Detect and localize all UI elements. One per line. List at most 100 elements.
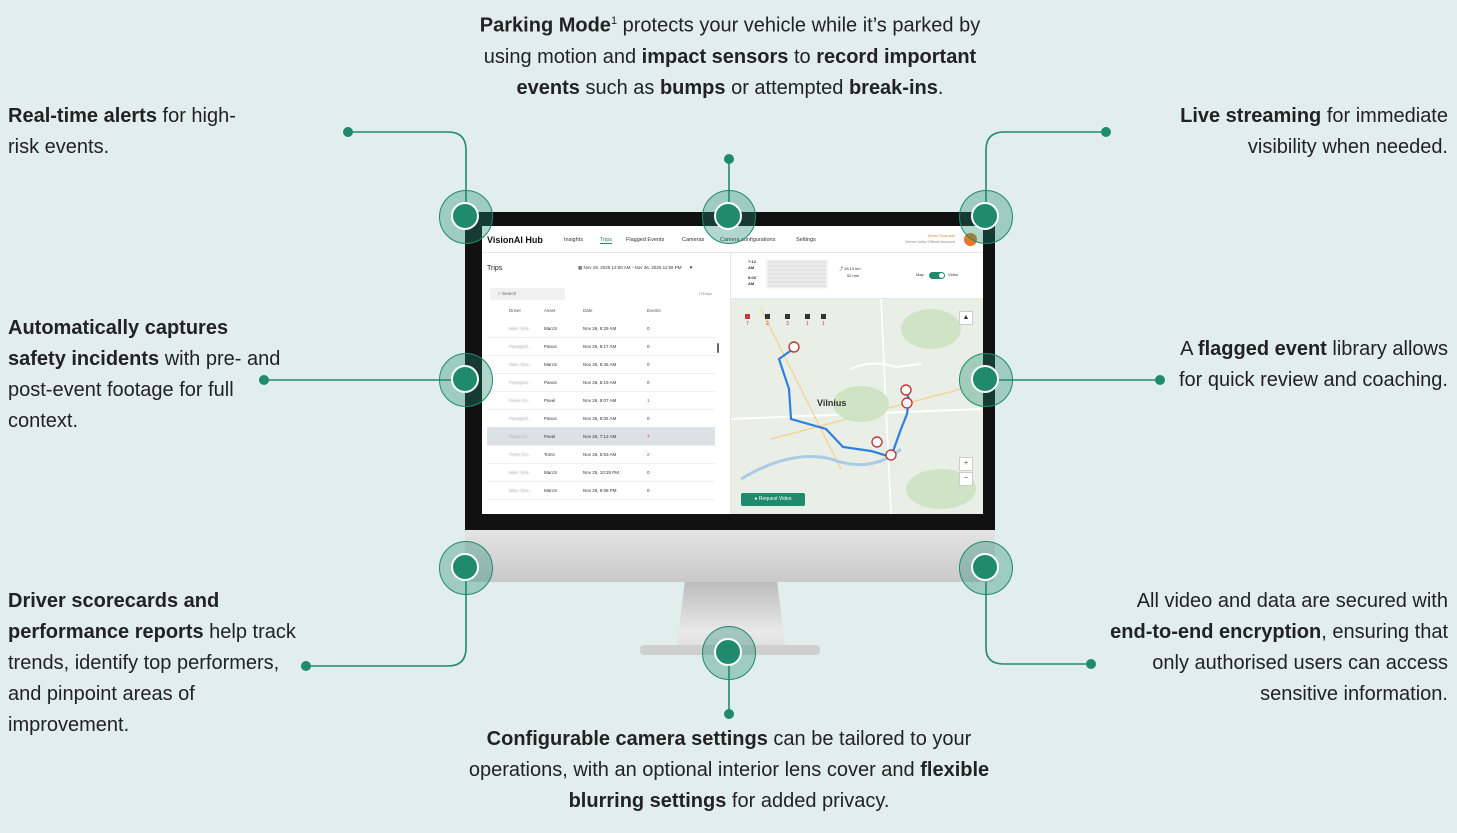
callout-real-time-alerts: Real-time alerts for high-risk events. bbox=[8, 105, 236, 158]
hotspot-camera-settings[interactable] bbox=[702, 626, 756, 680]
account-info[interactable]: Demo Example Demo Unity Official Account bbox=[905, 233, 955, 245]
filter-icon[interactable]: ▼ bbox=[689, 265, 693, 270]
anchor-dot bbox=[1101, 127, 1111, 137]
cell-events: 0 bbox=[647, 488, 650, 493]
cell-driver: Pavel Cu... bbox=[509, 398, 532, 403]
cell-events: 0 bbox=[647, 326, 650, 331]
event-count: 1 bbox=[822, 321, 825, 327]
cell-date: Nov 26, 5:53 AM bbox=[583, 452, 617, 457]
callout-live-streaming: Live streaming for immediate visibility … bbox=[1180, 105, 1448, 158]
trip-map[interactable]: 7 2 3 1 1 Vilnius ▲ + − ● Request Video bbox=[731, 299, 983, 514]
table-row[interactable]: Pavel Cu... Pavel Nov 26, 7:12 AM 7 bbox=[487, 427, 715, 446]
cell-asset: MarcS bbox=[544, 362, 558, 367]
cell-asset: Pavel bbox=[544, 398, 556, 403]
map-layers-button[interactable]: ▲ bbox=[959, 311, 973, 325]
cell-date: Nov 25, 10:25 PM bbox=[583, 470, 620, 475]
cell-events: 0 bbox=[647, 416, 650, 421]
cell-driver: Panagioti... bbox=[509, 416, 532, 421]
table-row[interactable]: Marc Stra... MarcS Nov 25, 9:58 PM 0 bbox=[487, 481, 715, 500]
cell-driver: Panagioti... bbox=[509, 344, 532, 349]
tab-trips[interactable]: Trips bbox=[600, 237, 613, 244]
date-range-text: Nov 19, 2025 12:00 AM - Nov 26, 2025 11:… bbox=[583, 265, 682, 270]
cell-asset: Panos bbox=[544, 416, 557, 421]
cell-date: Nov 26, 9:17 AM bbox=[583, 344, 617, 349]
zoom-in-button[interactable]: + bbox=[959, 457, 973, 471]
hotspot-driver-scorecards[interactable] bbox=[439, 541, 493, 595]
table-row[interactable]: Marc Stra... MarcS Nov 26, 9:29 AM 0 bbox=[487, 319, 715, 338]
cell-driver: Marc Stra... bbox=[509, 488, 533, 493]
cell-driver: Marc Stra... bbox=[509, 470, 533, 475]
column-header-date[interactable]: Date bbox=[583, 308, 593, 313]
hotspot-live-streaming[interactable] bbox=[959, 190, 1013, 244]
callout-camera-settings: Configurable camera settings can be tail… bbox=[468, 728, 990, 812]
video-toggle-label: Video bbox=[948, 272, 959, 277]
cell-asset: Panos bbox=[544, 344, 557, 349]
cell-events: 1 bbox=[647, 398, 650, 403]
hotspot-real-time-alerts[interactable] bbox=[439, 190, 493, 244]
cell-events: 0 bbox=[647, 380, 650, 385]
event-count: 7 bbox=[746, 321, 749, 327]
cell-driver: Marc Stra... bbox=[509, 326, 533, 331]
hotspot-parking-mode[interactable] bbox=[702, 190, 756, 244]
cell-asset: Pavel bbox=[544, 434, 556, 439]
cell-date: Nov 26, 8:45 AM bbox=[583, 362, 617, 367]
cell-date: Nov 26, 8:05 AM bbox=[583, 416, 617, 421]
cell-events: 0 bbox=[647, 344, 650, 349]
table-row[interactable]: Panagioti... Panos Nov 26, 9:17 AM 0 bbox=[487, 337, 715, 356]
table-row[interactable]: Marc Stra... MarcS Nov 25, 10:25 PM 0 bbox=[487, 463, 715, 482]
column-header-asset[interactable]: Asset bbox=[544, 308, 555, 313]
map-video-toggle[interactable] bbox=[929, 272, 945, 279]
tab-insights[interactable]: Insights bbox=[564, 237, 583, 243]
app-screen: VisionAI Hub Insights Trips Flagged Even… bbox=[482, 226, 983, 514]
request-video-button[interactable]: ● Request Video bbox=[741, 493, 805, 506]
hotspot-flagged-events[interactable] bbox=[959, 353, 1013, 407]
trips-title: Trips bbox=[487, 265, 503, 272]
table-row[interactable]: Panagioti... Panos Nov 26, 8:05 AM 0 bbox=[487, 409, 715, 428]
cell-driver: Pavel Cu... bbox=[509, 434, 532, 439]
anchor-dot bbox=[1086, 659, 1096, 669]
map-canvas bbox=[731, 299, 983, 514]
hotspot-encryption[interactable] bbox=[959, 541, 1013, 595]
cell-events: 7 bbox=[647, 434, 650, 439]
trip-end-time: 8:03 AM bbox=[748, 275, 757, 286]
tab-settings[interactable]: Settings bbox=[796, 237, 816, 243]
monitor-chin bbox=[465, 530, 995, 582]
trips-pane: Trips ▦ Nov 19, 2025 12:00 AM - Nov 26, … bbox=[482, 253, 731, 514]
table-scrollbar[interactable] bbox=[717, 343, 719, 353]
anchor-dot bbox=[301, 661, 311, 671]
cell-driver: Marc Stra... bbox=[509, 362, 533, 367]
column-header-driver[interactable]: Driver bbox=[509, 308, 521, 313]
table-row[interactable]: Marc Stra... MarcS Nov 26, 8:45 AM 0 bbox=[487, 355, 715, 374]
anchor-dot bbox=[1155, 375, 1165, 385]
cell-date: Nov 26, 7:12 AM bbox=[583, 434, 617, 439]
cell-asset: MarcS bbox=[544, 488, 558, 493]
column-header-events[interactable]: Events bbox=[647, 308, 661, 313]
hotspot-safety-incidents[interactable] bbox=[439, 353, 493, 407]
callout-parking-mode: Parking Mode1 protects your vehicle whil… bbox=[479, 14, 981, 99]
cell-events: 2 bbox=[647, 452, 650, 457]
search-placeholder: Search bbox=[501, 291, 517, 296]
event-count: 2 bbox=[766, 321, 769, 327]
map-city-label: Vilnius bbox=[817, 398, 847, 408]
cell-date: Nov 26, 8:19 AM bbox=[583, 380, 617, 385]
tab-flagged-events[interactable]: Flagged Events bbox=[626, 237, 664, 243]
date-range-picker[interactable]: ▦ Nov 19, 2025 12:00 AM - Nov 26, 2025 1… bbox=[578, 265, 693, 271]
table-row[interactable]: Panagioti... Panos Nov 26, 8:19 AM 0 bbox=[487, 373, 715, 392]
cell-driver: Panagioti... bbox=[509, 380, 532, 385]
map-toggle-label: Map bbox=[916, 272, 924, 277]
tab-cameras[interactable]: Cameras bbox=[682, 237, 704, 243]
callout-driver-scorecards: Driver scorecards and performance report… bbox=[8, 590, 296, 736]
cell-asset: MarcS bbox=[544, 470, 558, 475]
cell-driver: Toms Gru... bbox=[509, 452, 533, 457]
zoom-out-button[interactable]: − bbox=[959, 472, 973, 486]
trip-duration: 52 min bbox=[847, 273, 860, 278]
table-row[interactable]: Toms Gru... Toms Nov 26, 5:53 AM 2 bbox=[487, 445, 715, 464]
table-row[interactable]: Pavel Cu... Pavel Nov 26, 8:07 AM 1 bbox=[487, 391, 715, 410]
cell-date: Nov 26, 9:29 AM bbox=[583, 326, 617, 331]
account-name: Demo Unity Official Account bbox=[905, 239, 955, 244]
app-brand: VisionAI Hub bbox=[487, 235, 543, 245]
callout-flagged-events: A flagged event library allows for quick… bbox=[1178, 338, 1448, 391]
anchor-dot bbox=[724, 154, 734, 164]
trip-addresses-blurred bbox=[767, 259, 827, 287]
search-input[interactable]: ○ Search bbox=[490, 288, 565, 300]
